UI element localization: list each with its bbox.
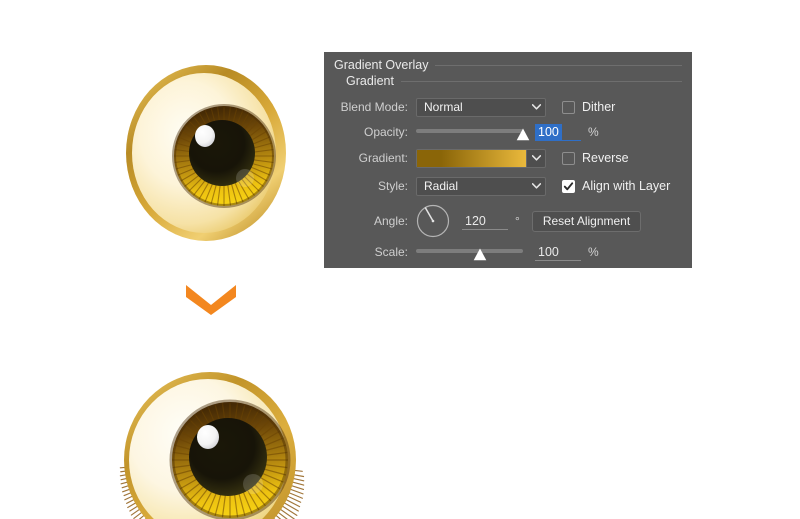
style-select[interactable]: Radial [416, 176, 546, 196]
dither-checkbox-box [562, 100, 575, 114]
opacity-value-field[interactable]: 100 [535, 124, 581, 141]
blend-mode-label: Blend Mode: [340, 100, 408, 114]
reverse-label: Reverse [582, 151, 629, 165]
gradient-row: Gradient: Reverse [324, 147, 692, 169]
reset-alignment-label: Reset Alignment [542, 214, 631, 228]
dither-label: Dither [582, 100, 616, 114]
chevron-down-icon [527, 104, 545, 110]
chevron-down-icon [527, 183, 545, 189]
gradient-overlay-panel: Gradient Overlay Gradient Blend Mode: No… [324, 52, 692, 268]
style-row: Style: Radial Align with Layer [324, 175, 692, 197]
scale-row: Scale: 100 % [324, 241, 692, 263]
opacity-label: Opacity: [363, 125, 408, 139]
dither-checkbox[interactable]: Dither [562, 100, 615, 114]
panel-subsection-title: Gradient [346, 74, 682, 88]
align-with-layer-label: Align with Layer [582, 179, 671, 193]
opacity-slider[interactable] [416, 122, 530, 142]
blend-mode-row: Blend Mode: Normal Dither [324, 96, 692, 118]
subsection-title-rule [400, 80, 682, 82]
section-title-rule [435, 64, 682, 66]
scale-slider[interactable] [416, 242, 523, 262]
gradient-swatch[interactable] [417, 149, 526, 167]
flow-arrow-down [184, 281, 238, 315]
reverse-checkbox-box [562, 151, 575, 165]
scale-value-field[interactable]: 100 [535, 244, 581, 261]
opacity-row: Opacity: 100 % [324, 121, 692, 143]
blend-mode-value: Normal [424, 100, 463, 114]
blend-mode-select[interactable]: Normal [416, 97, 546, 117]
reset-alignment-button[interactable]: Reset Alignment [531, 210, 642, 232]
eyeball-illustration-bottom [112, 368, 312, 519]
style-value: Radial [424, 179, 459, 193]
angle-label: Angle: [373, 214, 408, 228]
angle-field-underline [462, 228, 508, 230]
angle-value: 120 [465, 214, 486, 228]
style-label: Style: [377, 179, 408, 193]
align-with-layer-checkbox-box [562, 179, 575, 193]
scale-slider-thumb[interactable] [473, 248, 487, 261]
align-with-layer-checkbox[interactable]: Align with Layer [562, 179, 670, 193]
opacity-slider-thumb[interactable] [516, 128, 530, 141]
scale-label: Scale: [374, 245, 408, 259]
chevron-down-icon [186, 285, 236, 315]
opacity-value: 100 [535, 124, 562, 140]
eyeball-top-svg [126, 65, 286, 241]
opacity-field-underline [535, 139, 581, 141]
scale-slider-track [416, 249, 523, 253]
chevron-down-icon[interactable] [526, 149, 545, 167]
eyeball-bottom-svg [119, 372, 305, 519]
panel-section-title: Gradient Overlay [334, 58, 682, 72]
eyeball-illustration-top [118, 58, 298, 248]
opacity-slider-track [416, 129, 523, 133]
gradient-label: Gradient: [358, 151, 408, 165]
subsection-title-text: Gradient [346, 74, 394, 88]
scale-field-underline [535, 259, 581, 261]
reverse-checkbox[interactable]: Reverse [562, 151, 629, 165]
gradient-picker[interactable] [416, 148, 546, 168]
angle-dial[interactable] [416, 204, 450, 238]
angle-value-field[interactable]: 120 [462, 213, 508, 230]
section-title-text: Gradient Overlay [334, 58, 429, 72]
scale-value: 100 [538, 245, 559, 259]
opacity-unit: % [588, 125, 599, 139]
angle-unit: ° [515, 214, 520, 228]
scale-unit: % [588, 245, 599, 259]
angle-row: Angle: 120 ° Reset Alignment [324, 204, 692, 238]
